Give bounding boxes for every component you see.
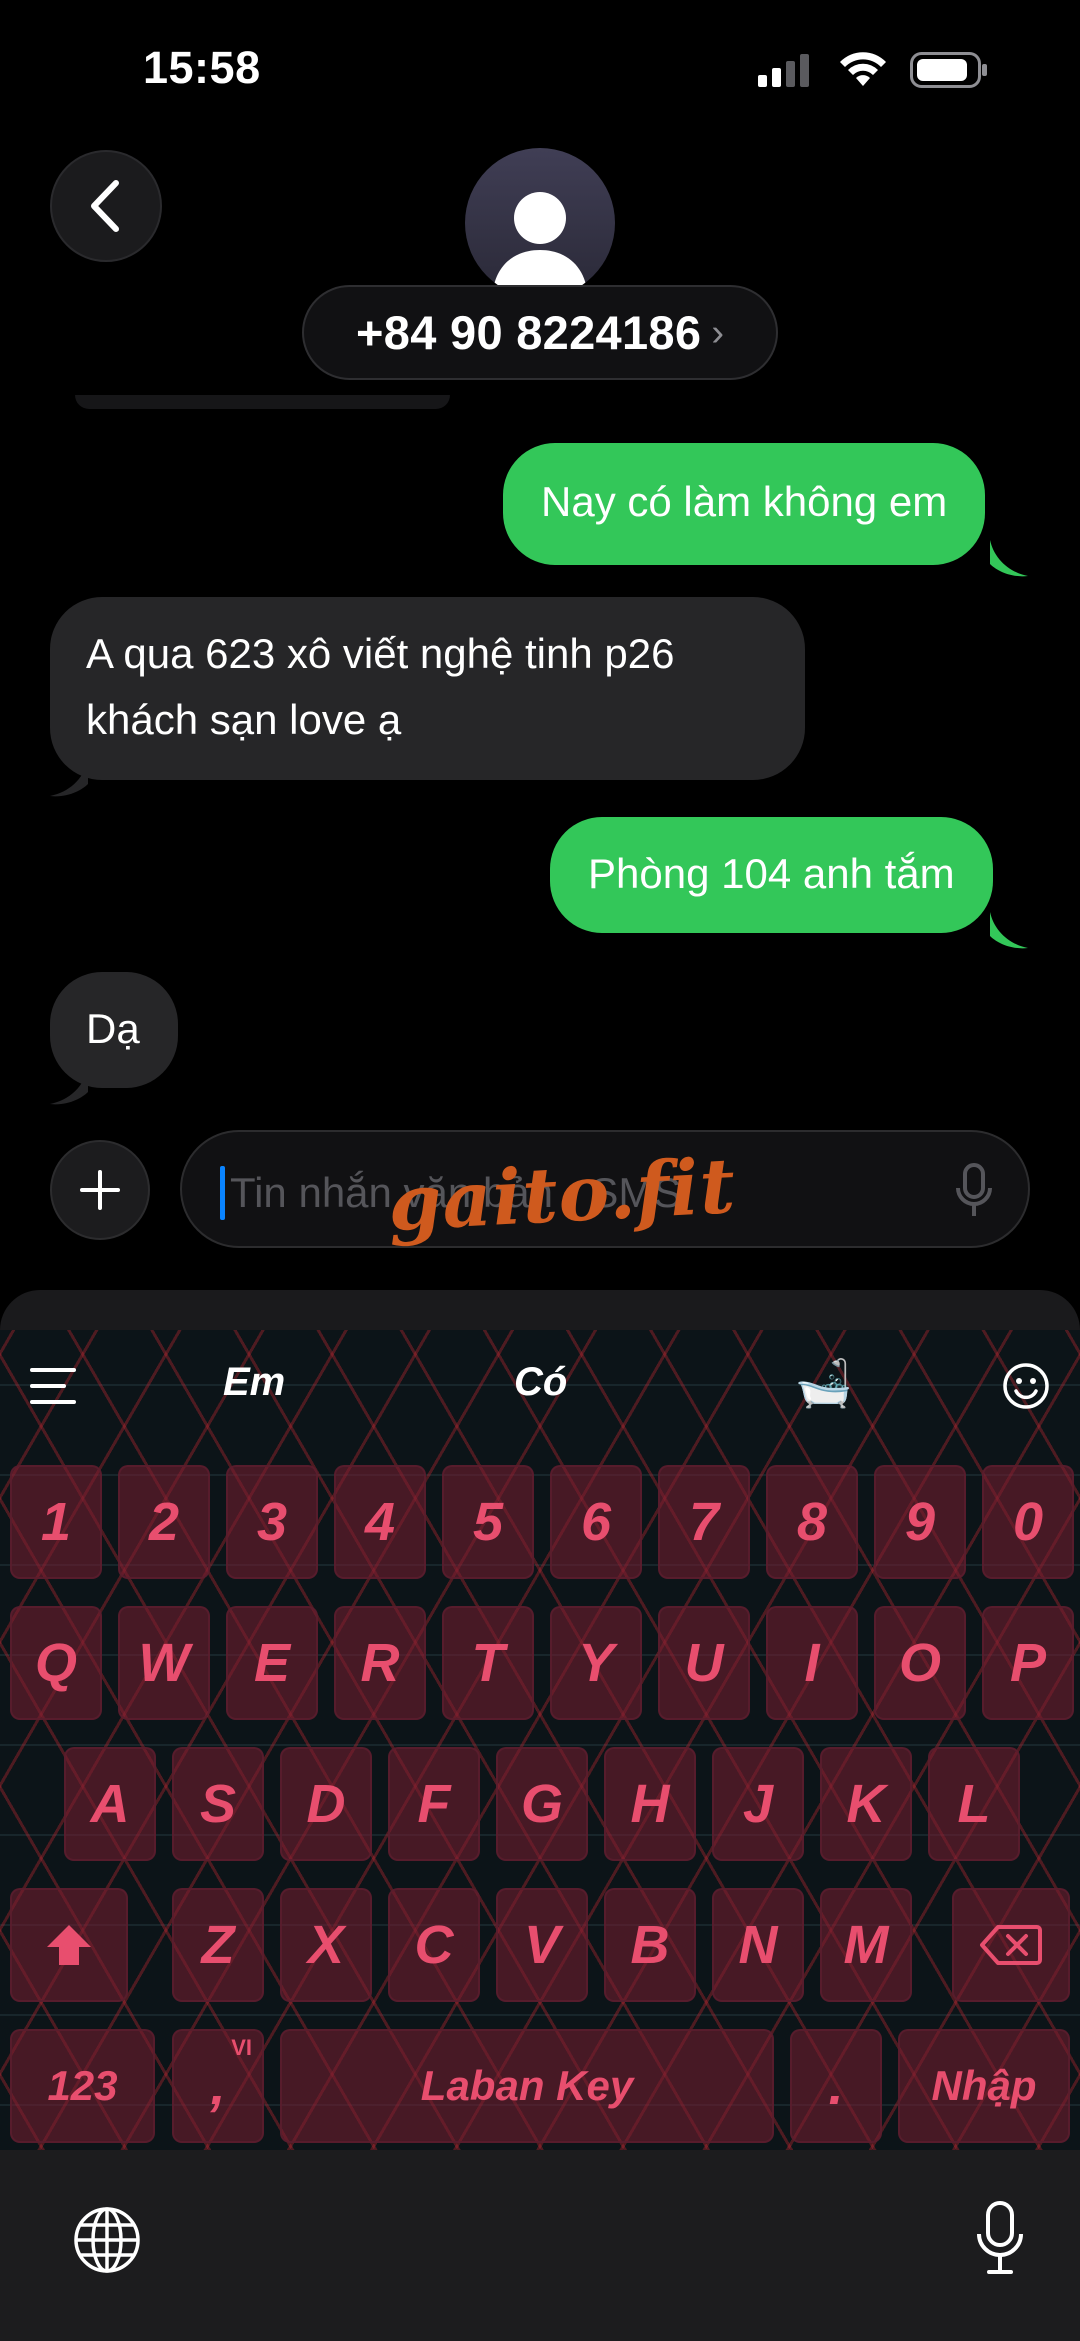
contact-name-pill[interactable]: +84 90 8224186 › <box>302 285 778 380</box>
key-1[interactable]: 1 <box>10 1465 102 1579</box>
key-7[interactable]: 7 <box>658 1465 750 1579</box>
message-text: Nay có làm không em <box>541 478 948 525</box>
key-9[interactable]: 9 <box>874 1465 966 1579</box>
message-text: Phòng 104 anh tắm <box>588 850 955 897</box>
key-t[interactable]: T <box>442 1606 534 1720</box>
message-input-placeholder: Tin nhắn văn bản · SMS <box>230 1169 682 1216</box>
key-6[interactable]: 6 <box>550 1465 642 1579</box>
message-text-line2: khách sạn love ạ <box>86 696 402 743</box>
period-key[interactable]: . <box>790 2029 882 2143</box>
key-p[interactable]: P <box>982 1606 1074 1720</box>
plus-icon <box>80 1170 120 1210</box>
message-bubble-sent[interactable]: Nay có làm không em <box>503 443 986 565</box>
keyboard-bottom-bar <box>0 2150 1080 2341</box>
text-cursor <box>220 1166 225 1220</box>
add-attachment-button[interactable] <box>50 1140 150 1240</box>
suggestion-bar: Em Có 🛁 <box>0 1330 1080 1440</box>
smiley-icon[interactable] <box>1002 1362 1050 1410</box>
key-v[interactable]: V <box>496 1888 588 2002</box>
key-u[interactable]: U <box>658 1606 750 1720</box>
key-y[interactable]: Y <box>550 1606 642 1720</box>
person-icon <box>492 192 588 298</box>
back-button[interactable] <box>50 150 162 262</box>
key-l[interactable]: L <box>928 1747 1020 1861</box>
key-k[interactable]: K <box>820 1747 912 1861</box>
bubble-tail <box>990 912 1028 949</box>
chevron-left-icon <box>91 180 119 232</box>
key-w[interactable]: W <box>118 1606 210 1720</box>
key-0[interactable]: 0 <box>982 1465 1074 1579</box>
shift-key[interactable] <box>10 1888 128 2002</box>
message-bubble-received[interactable]: A qua 623 xô viết nghệ tinh p26 khách sạ… <box>50 597 805 780</box>
key-x[interactable]: X <box>280 1888 372 2002</box>
delete-key[interactable] <box>952 1888 1070 2002</box>
contact-avatar[interactable] <box>465 148 615 298</box>
battery-icon <box>910 52 987 88</box>
contact-number: +84 90 8224186 <box>356 306 702 359</box>
backspace-icon <box>980 1925 1042 1965</box>
comma-key[interactable]: , VI <box>172 2029 264 2143</box>
key-q[interactable]: Q <box>10 1606 102 1720</box>
key-r[interactable]: R <box>334 1606 426 1720</box>
previous-bubble-edge <box>75 395 450 409</box>
chevron-right-icon: › <box>711 312 724 354</box>
key-2[interactable]: 2 <box>118 1465 210 1579</box>
space-key[interactable]: Laban Key <box>280 2029 774 2143</box>
suggestion-3-bathtub[interactable]: 🛁 <box>795 1356 852 1411</box>
key-3[interactable]: 3 <box>226 1465 318 1579</box>
key-o[interactable]: O <box>874 1606 966 1720</box>
key-4[interactable]: 4 <box>334 1465 426 1579</box>
key-8[interactable]: 8 <box>766 1465 858 1579</box>
key-n[interactable]: N <box>712 1888 804 2002</box>
key-m[interactable]: M <box>820 1888 912 2002</box>
key-a[interactable]: A <box>64 1747 156 1861</box>
key-g[interactable]: G <box>496 1747 588 1861</box>
comma-label: , <box>210 2056 226 2116</box>
key-f[interactable]: F <box>388 1747 480 1861</box>
key-d[interactable]: D <box>280 1747 372 1861</box>
bubble-tail <box>990 540 1028 577</box>
bubble-tail <box>50 760 88 797</box>
status-time: 15:58 <box>143 42 261 93</box>
key-s[interactable]: S <box>172 1747 264 1861</box>
dictation-microphone-icon[interactable] <box>975 2200 1025 2276</box>
key-c[interactable]: C <box>388 1888 480 2002</box>
keyboard: Em Có 🛁 1 2 3 4 5 6 7 8 9 0 Q W E R T Y … <box>0 1330 1080 2150</box>
key-e[interactable]: E <box>226 1606 318 1720</box>
status-bar: 15:58 <box>0 0 1080 140</box>
suggestion-1[interactable]: Em <box>223 1360 285 1405</box>
key-h[interactable]: H <box>604 1747 696 1861</box>
bubble-tail <box>50 1068 88 1105</box>
enter-key[interactable]: Nhập <box>898 2029 1070 2143</box>
key-5[interactable]: 5 <box>442 1465 534 1579</box>
language-vi-label: VI <box>231 2035 252 2060</box>
message-text: Dạ <box>86 1005 140 1052</box>
microphone-icon[interactable] <box>954 1162 994 1220</box>
suggestion-2[interactable]: Có <box>514 1360 567 1405</box>
cellular-signal-icon <box>758 54 809 87</box>
key-j[interactable]: J <box>712 1747 804 1861</box>
key-b[interactable]: B <box>604 1888 696 2002</box>
status-icons <box>756 52 988 88</box>
shift-icon <box>47 1925 91 1965</box>
message-bubble-sent[interactable]: Phòng 104 anh tắm <box>550 817 993 933</box>
message-input[interactable]: Tin nhắn văn bản · SMS <box>180 1130 1030 1248</box>
numbers-key[interactable]: 123 <box>10 2029 155 2143</box>
globe-icon[interactable] <box>72 2205 142 2275</box>
wifi-icon <box>840 52 886 86</box>
key-i[interactable]: I <box>766 1606 858 1720</box>
message-text-line1: A qua 623 xô viết nghệ tinh p26 <box>86 630 675 677</box>
menu-icon[interactable] <box>30 1366 76 1406</box>
key-z[interactable]: Z <box>172 1888 264 2002</box>
